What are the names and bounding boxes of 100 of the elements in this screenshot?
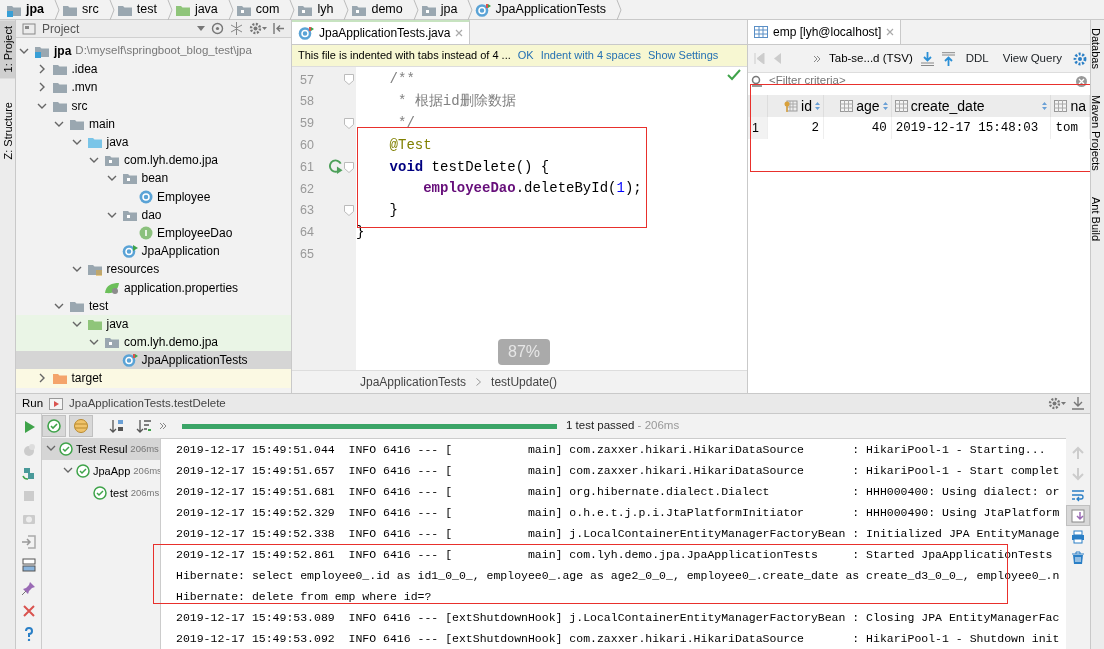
column-header[interactable]: age [823,95,892,117]
column-icon [1054,100,1068,112]
notification-link[interactable]: Indent with 4 spaces [540,47,641,64]
run-test-icon[interactable] [328,159,344,176]
notification-link[interactable]: OK [517,47,534,64]
tree-item[interactable]: EmployeeDao [16,223,291,243]
sort-icon[interactable] [882,102,888,110]
editor-tab[interactable]: emp [lyh@localhost] [748,20,902,44]
tree-item[interactable]: test [16,296,291,315]
breadcrumb-item[interactable]: jpa [418,0,468,19]
passed-icon [59,442,73,456]
passed-icon [93,486,107,500]
close-icon[interactable] [21,604,36,618]
tree-item[interactable]: Employee [16,187,291,206]
tree-item[interactable]: jpa D:\myself\springboot_blog_test\jpa [16,42,291,61]
chevron-icon [54,0,61,20]
breadcrumb-item[interactable]: src [60,0,109,19]
dropdown-icon[interactable] [197,25,205,32]
fold-marker-icon[interactable] [344,161,354,173]
zoom-indicator: 87% [498,339,551,365]
trash-icon[interactable] [1071,550,1085,565]
tree-item[interactable]: dao [16,205,291,224]
toolbar-button[interactable]: DDL [962,49,992,68]
breadcrumb-item[interactable]: jpa [4,0,55,19]
breadcrumb-item[interactable]: JpaApplicationTests [473,0,616,19]
wrap-icon[interactable] [1071,487,1085,502]
line-number: 64 [299,224,315,242]
breadcrumb-item[interactable]: java [172,0,228,19]
print-icon[interactable] [1071,529,1085,544]
code-line: * 根据id删除数据 [397,92,516,112]
test-result-item[interactable]: test 206ms [42,482,160,504]
download-icon[interactable] [920,51,934,66]
editor-tab[interactable]: JpaApplicationTests.java [292,20,471,44]
hide-icon[interactable] [273,22,285,35]
test-result-item[interactable]: Test Resul 206ms [42,438,160,460]
upload-icon[interactable] [941,51,955,66]
pin-icon[interactable] [21,581,36,595]
import-icon[interactable] [21,535,36,549]
leaf-icon [104,280,120,295]
fold-marker-icon[interactable] [344,74,354,86]
class-icon [121,244,138,259]
chevron-icon [166,0,173,20]
layout-icon[interactable] [21,558,36,572]
tree-item[interactable]: com.lyh.demo.jpa [16,151,291,170]
column-header[interactable]: id [767,95,824,117]
tree-item[interactable]: application.properties [16,278,291,297]
breadcrumb-item[interactable]: testUpdate() [491,373,558,391]
tree-item[interactable]: com.lyh.demo.jpa [16,333,291,352]
column-header[interactable]: na [1050,95,1090,117]
breadcrumb-item[interactable]: demo [349,0,413,19]
more-icon[interactable] [813,54,821,63]
tree-item[interactable]: bean [16,169,291,188]
settings-icon[interactable] [1072,51,1087,66]
settings-icon[interactable] [249,22,267,35]
more-icon[interactable] [159,422,167,430]
fold-marker-icon[interactable] [344,118,354,129]
tree-item[interactable]: .idea [16,60,291,79]
sort-icon[interactable] [1042,102,1048,110]
fold-marker-icon[interactable] [344,205,354,217]
notification-link[interactable]: Show Settings [648,47,719,64]
module-icon [34,44,50,59]
column-header[interactable]: create_date [891,95,1051,117]
tool-window-tab[interactable]: Z: Structure [0,96,15,166]
tree-item[interactable]: JpaApplication [16,242,291,261]
settings-icon[interactable] [1048,397,1066,410]
line-number: 57 [299,71,315,89]
breadcrumb-item[interactable]: lyh [295,0,344,19]
scroll-to-end-icon[interactable] [1071,508,1085,523]
collapse-icon[interactable] [230,22,243,35]
clear-icon[interactable] [1076,75,1087,87]
sort-icon[interactable] [815,102,820,110]
rerun-icon[interactable] [21,466,36,480]
close-icon[interactable] [455,29,464,37]
close-icon[interactable] [886,28,895,36]
chevron-down-icon[interactable] [46,445,56,453]
breadcrumb-item[interactable]: com [233,0,290,19]
chevron-icon [467,0,474,20]
chevron-down-icon[interactable] [63,467,73,475]
tree-item[interactable]: java [16,314,291,333]
tree-item[interactable]: JpaApplicationTests [16,351,291,370]
line-number: 58 [299,93,315,111]
locate-icon[interactable] [211,22,224,35]
tree-item[interactable]: resources [16,260,291,279]
tool-window-tab[interactable]: 1: Project [0,20,15,79]
tree-item[interactable]: src [16,96,291,115]
tree-item[interactable]: main [16,114,291,133]
hide-icon[interactable] [1072,397,1084,410]
breadcrumb-item[interactable]: JpaApplicationTests [360,373,467,391]
scroll-to-end-button[interactable] [1066,505,1090,526]
breadcrumb-item[interactable]: test [114,0,167,19]
tree-item[interactable]: target [16,369,291,388]
tool-window-tab[interactable]: Maven Projects [1091,89,1104,177]
tree-item[interactable]: java [16,132,291,152]
tool-window-tab[interactable]: Ant Build [1091,190,1104,247]
format-dropdown[interactable]: Tab-se...d (TSV) [829,49,913,68]
tree-item[interactable]: .mvn [16,78,291,97]
code-line: */ [397,114,415,133]
filter-field[interactable]: <Filter criteria> [769,72,1070,90]
toolbar-button[interactable]: View Query [999,49,1065,68]
tool-window-tab[interactable]: Databas [1091,22,1104,75]
